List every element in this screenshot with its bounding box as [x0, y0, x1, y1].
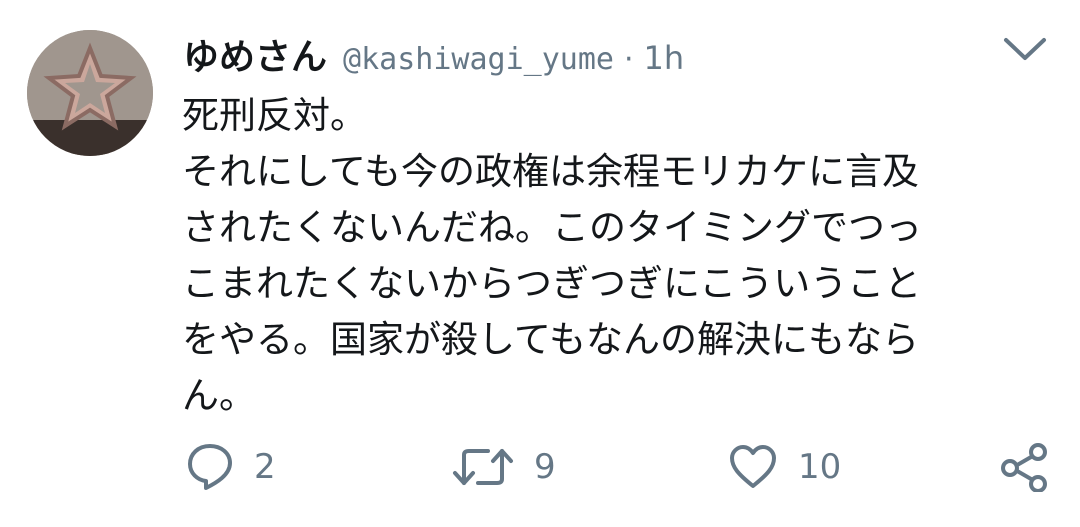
tweet-actions: 2 9 10: [0, 436, 1080, 506]
retweet-icon: [453, 449, 513, 485]
user-handle[interactable]: @kashiwagi_yume: [343, 42, 614, 77]
reply-icon: [188, 444, 232, 490]
share-icon: [1001, 443, 1047, 492]
retweet-button[interactable]: 9: [452, 436, 556, 498]
avatar[interactable]: [27, 30, 153, 156]
tweet-text-line: 死刑反対。: [182, 94, 367, 137]
tweet-text-line: こまれたくないからつぎつぎにこういうこと: [182, 262, 922, 305]
like-button[interactable]: 10: [728, 436, 841, 498]
tweet-header: ゆめさん @kashiwagi_yume · 1h: [183, 28, 684, 78]
tweet-text-line: されたくないんだね。このタイミングでつっ: [182, 206, 922, 249]
like-count: 10: [798, 447, 842, 487]
heart-icon: [730, 445, 776, 488]
timestamp[interactable]: 1h: [644, 39, 685, 77]
avatar-image: [27, 30, 153, 156]
display-name[interactable]: ゆめさん: [183, 28, 327, 80]
tweet-text-line: それにしても今の政権は余程モリカケに言及: [182, 150, 920, 193]
tweet-text-line: をやる。国家が殺してもなんの解決にもなら: [182, 318, 920, 361]
share-button[interactable]: [1000, 436, 1050, 498]
chevron-down-icon[interactable]: [1000, 32, 1050, 66]
retweet-count: 9: [534, 447, 556, 487]
tweet[interactable]: ゆめさん @kashiwagi_yume · 1h 死刑反対。 それにしても今の…: [0, 0, 1080, 527]
reply-button[interactable]: 2: [186, 436, 276, 498]
tweet-text-line: ん。: [182, 374, 256, 417]
tweet-text: 死刑反対。 それにしても今の政権は余程モリカケに言及 されたくないんだね。このタ…: [182, 88, 1042, 424]
separator-dot: ·: [623, 42, 634, 77]
reply-count: 2: [254, 447, 276, 487]
